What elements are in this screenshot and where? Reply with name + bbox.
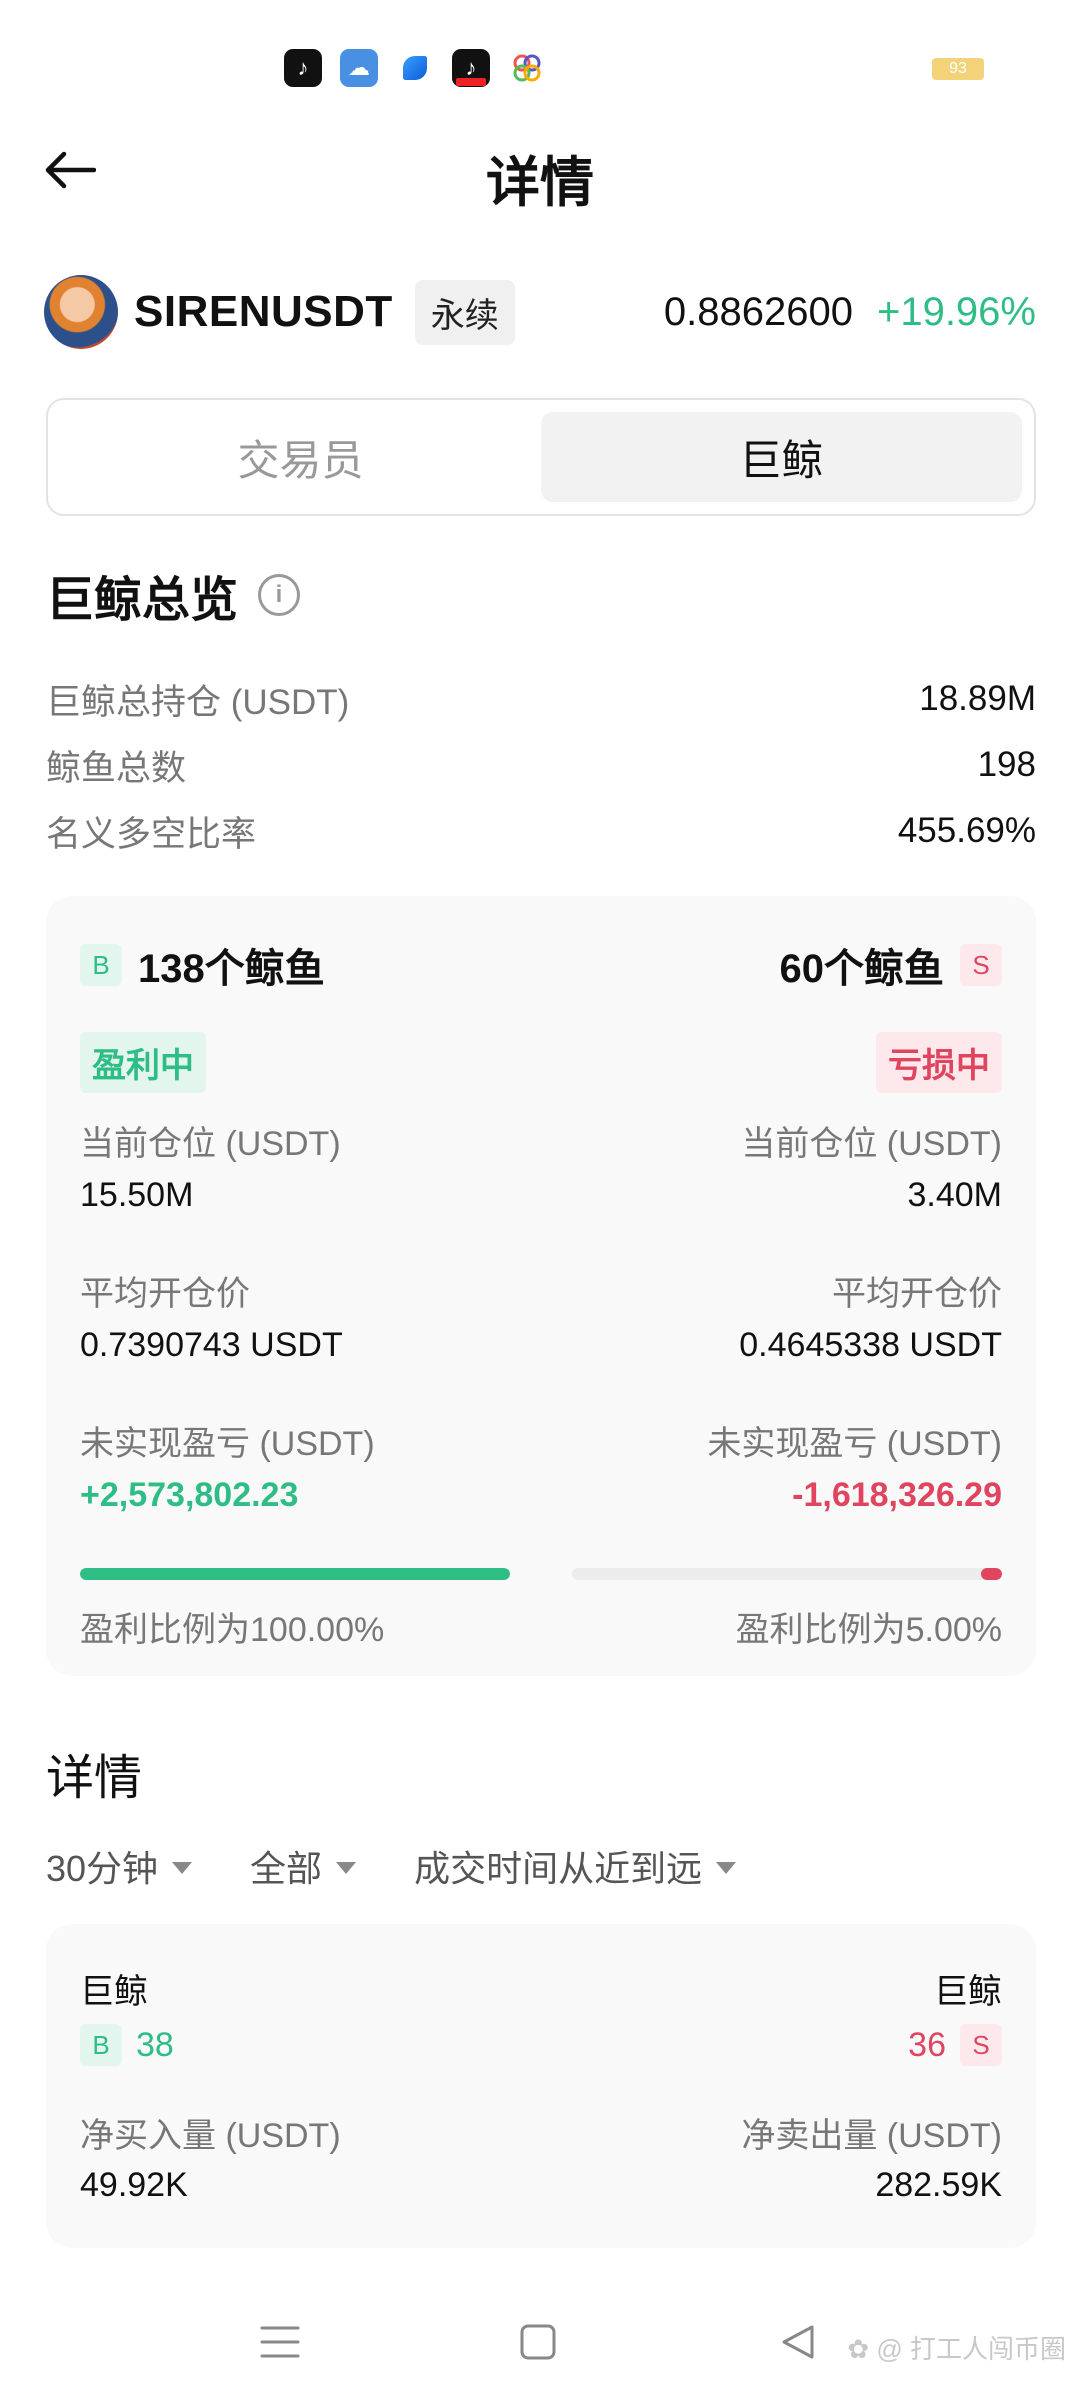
tab-whales[interactable]: 巨鲸 bbox=[541, 412, 1022, 502]
overview-value: 455.69% bbox=[897, 811, 1036, 850]
side-filter-dropdown[interactable]: 全部 bbox=[250, 1840, 357, 1892]
time-range-dropdown[interactable]: 30分钟 bbox=[46, 1840, 193, 1892]
home-square-icon bbox=[520, 2324, 556, 2360]
overview-title: 巨鲸总览 i bbox=[46, 560, 301, 630]
symbol-change: +19.96% bbox=[876, 289, 1036, 334]
overview-title-text: 巨鲸总览 bbox=[46, 574, 239, 627]
long-avg-price-value: 0.7390743 USDT bbox=[80, 1326, 343, 1364]
contract-type-tag: 永续 bbox=[414, 279, 515, 345]
chevron-down-icon bbox=[336, 1862, 357, 1874]
side-filter-label: 全部 bbox=[250, 1848, 323, 1889]
trade-detail-card[interactable]: 巨鲸 巨鲸 B 38 36 S 净买入量 (USDT) 净卖出量 (USDT) … bbox=[46, 1924, 1036, 2248]
sell-count-row: 36 S bbox=[908, 2024, 1002, 2066]
overview-row: 鲸鱼总数 198 bbox=[46, 740, 1036, 790]
buy-badge: B bbox=[80, 944, 122, 986]
long-count: 138个鲸鱼 bbox=[138, 947, 325, 991]
short-position-label: 当前仓位 (USDT) bbox=[741, 1125, 1002, 1163]
overview-value: 198 bbox=[977, 745, 1036, 784]
long-profit-bar bbox=[80, 1568, 510, 1580]
menu-button[interactable] bbox=[250, 2312, 310, 2372]
chevron-down-icon bbox=[172, 1862, 193, 1874]
right-title: 巨鲸 bbox=[934, 1973, 1002, 2011]
sort-dropdown[interactable]: 成交时间从近到远 bbox=[414, 1840, 737, 1892]
long-avg-price-label: 平均开仓价 bbox=[80, 1275, 250, 1313]
long-position-label: 当前仓位 (USDT) bbox=[80, 1125, 341, 1163]
net-buy-value: 49.92K bbox=[80, 2166, 188, 2204]
watermark-icon: ✿ @ bbox=[847, 2334, 910, 2364]
short-pnl-label: 未实现盈亏 (USDT) bbox=[707, 1425, 1002, 1463]
symbol-price: 0.8862600 bbox=[663, 289, 853, 334]
whale-summary-card: B 138个鲸鱼 60个鲸鱼 S 盈利中 亏损中 当前仓位 (USDT) 当前仓… bbox=[46, 896, 1036, 1676]
left-title: 巨鲸 bbox=[80, 1973, 148, 2011]
long-profit-ratio: 盈利比例为100.00% bbox=[80, 1611, 385, 1649]
tiktok-app-icon: ♪ bbox=[284, 49, 322, 87]
sell-badge: S bbox=[960, 2024, 1002, 2066]
net-sell-value: 282.59K bbox=[875, 2166, 1002, 2204]
overview-row: 巨鲸总持仓 (USDT) 18.89M bbox=[46, 674, 1036, 724]
tiktok-lite-app-icon: ♪ bbox=[452, 49, 490, 87]
details-title: 详情 bbox=[46, 1752, 143, 1805]
watermark: ✿ @ 打工人闯币圈 bbox=[847, 2329, 1066, 2366]
long-position-value: 15.50M bbox=[80, 1176, 194, 1214]
short-avg-price-label: 平均开仓价 bbox=[832, 1275, 1002, 1313]
short-profit-ratio: 盈利比例为5.00% bbox=[735, 1611, 1002, 1649]
overview-label: 鲸鱼总数 bbox=[46, 748, 187, 788]
blue-app-icon bbox=[396, 49, 434, 87]
long-pnl-label: 未实现盈亏 (USDT) bbox=[80, 1425, 375, 1463]
overview-row: 名义多空比率 455.69% bbox=[46, 806, 1036, 856]
short-profit-bar-fill bbox=[980, 1568, 1002, 1580]
multi-color-app-icon bbox=[508, 49, 546, 87]
watermark-text: 打工人闯币圈 bbox=[909, 2334, 1066, 2364]
long-profit-bar-fill bbox=[80, 1568, 510, 1580]
back-triangle-icon bbox=[782, 2325, 814, 2359]
sort-label: 成交时间从近到远 bbox=[414, 1848, 703, 1889]
overview-value: 18.89M bbox=[919, 679, 1036, 718]
short-position-value: 3.40M bbox=[907, 1176, 1003, 1214]
menu-icon bbox=[260, 2326, 300, 2358]
tab-traders[interactable]: 交易员 bbox=[60, 412, 541, 502]
home-button[interactable] bbox=[508, 2312, 568, 2372]
overview-label: 名义多空比率 bbox=[46, 814, 257, 854]
battery-indicator: 93 bbox=[932, 58, 984, 80]
symbol-row: SIRENUSDT 永续 0.8862600 +19.96% bbox=[44, 272, 1036, 352]
net-buy-label: 净买入量 (USDT) bbox=[80, 2117, 341, 2155]
system-nav-bar: ✿ @ 打工人闯币圈 bbox=[0, 2300, 1080, 2380]
status-bar: ♪ ☁ ♪ bbox=[284, 48, 546, 88]
buy-badge: B bbox=[80, 2024, 122, 2066]
info-icon[interactable]: i bbox=[258, 574, 301, 616]
short-avg-price-value: 0.4645338 USDT bbox=[739, 1326, 1002, 1364]
sell-badge: S bbox=[960, 944, 1002, 986]
long-pnl-value: +2,573,802.23 bbox=[80, 1476, 299, 1514]
short-side-header: 60个鲸鱼 S bbox=[779, 936, 1002, 994]
profit-status-tag: 盈利中 bbox=[80, 1032, 206, 1093]
weather-app-icon: ☁ bbox=[340, 49, 378, 87]
long-side-header: B 138个鲸鱼 bbox=[80, 936, 325, 994]
buy-count-row: B 38 bbox=[80, 2024, 174, 2066]
net-sell-label: 净卖出量 (USDT) bbox=[741, 2117, 1002, 2155]
overview-label: 巨鲸总持仓 (USDT) bbox=[46, 682, 350, 722]
loss-status-tag: 亏损中 bbox=[876, 1032, 1002, 1093]
chevron-down-icon bbox=[716, 1862, 737, 1874]
short-count: 60个鲸鱼 bbox=[779, 947, 945, 991]
symbol-avatar bbox=[44, 275, 118, 349]
symbol-name: SIRENUSDT bbox=[134, 287, 393, 336]
sell-count: 36 bbox=[908, 2025, 946, 2064]
top-bar: 详情 bbox=[0, 130, 1080, 213]
short-profit-bar bbox=[572, 1568, 1002, 1580]
short-pnl-value: -1,618,326.29 bbox=[792, 1476, 1002, 1514]
nav-back-button[interactable] bbox=[768, 2312, 828, 2372]
page-title: 详情 bbox=[486, 153, 594, 213]
time-range-label: 30分钟 bbox=[46, 1848, 159, 1889]
filter-bar: 30分钟 全部 成交时间从近到远 bbox=[46, 1840, 794, 1892]
buy-count: 38 bbox=[136, 2025, 174, 2064]
segment-tabs: 交易员 巨鲸 bbox=[46, 398, 1036, 516]
